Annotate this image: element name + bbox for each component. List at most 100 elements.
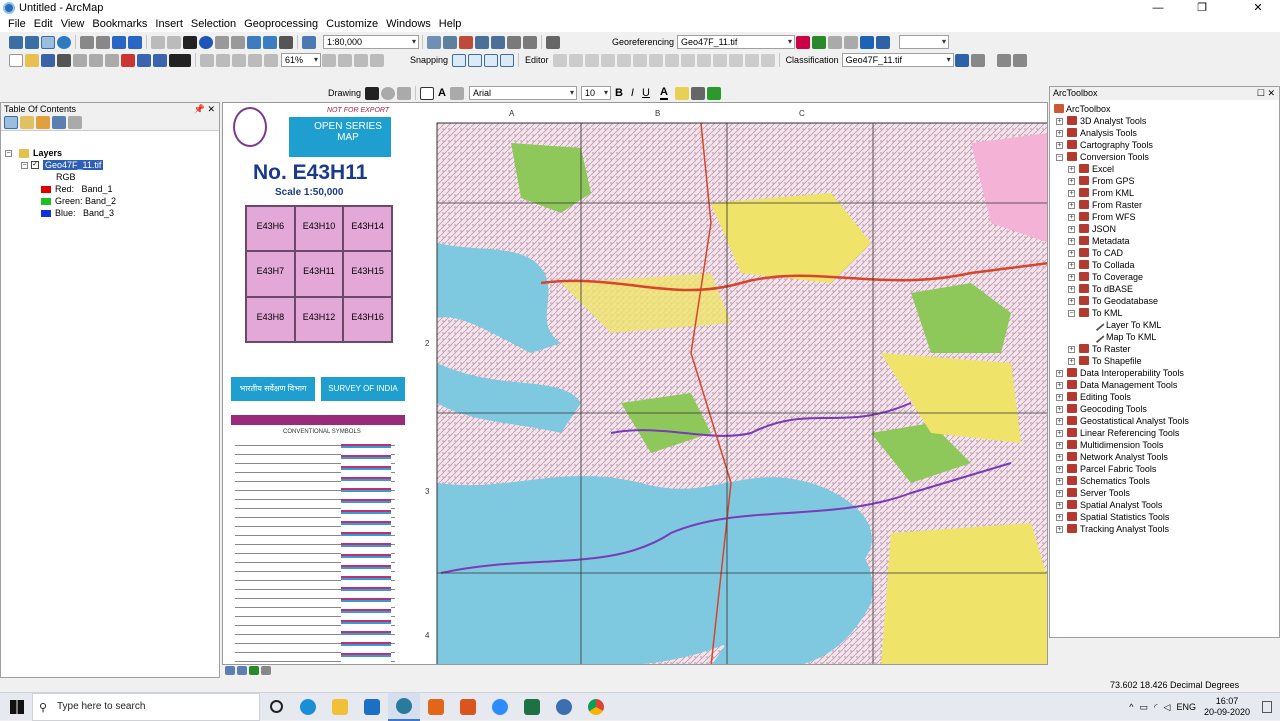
end-point-arc-icon[interactable] bbox=[600, 53, 615, 67]
taskbar-search[interactable]: ⚲ Type here to search bbox=[32, 692, 260, 721]
zoom-100-icon[interactable] bbox=[248, 53, 262, 67]
toolset-item[interactable]: +3D Analyst Tools bbox=[1050, 115, 1279, 127]
edge-icon[interactable] bbox=[292, 693, 324, 721]
zoom-icon[interactable] bbox=[484, 693, 516, 721]
bold-button[interactable]: B bbox=[615, 87, 623, 99]
open-icon[interactable] bbox=[25, 53, 39, 67]
new-icon[interactable] bbox=[9, 53, 23, 67]
layer-collapse-icon[interactable]: − bbox=[21, 162, 28, 169]
toolset-item[interactable]: + Spatial Analyst Tools bbox=[1050, 499, 1279, 511]
expand-icon[interactable]: + bbox=[1068, 286, 1075, 293]
layout-view-icon[interactable] bbox=[237, 666, 247, 675]
fixed-zoom-in-icon[interactable] bbox=[80, 35, 94, 49]
excel-icon[interactable] bbox=[516, 693, 548, 721]
map-display[interactable]: NOT FOR EXPORT OPEN SERIES MAP No. E43H1… bbox=[222, 102, 1048, 665]
list-by-selection-icon[interactable] bbox=[52, 116, 66, 129]
toolset-item[interactable]: + Linear Referencing Tools bbox=[1050, 427, 1279, 439]
font-size-combo[interactable]: 10 bbox=[580, 86, 611, 100]
expand-icon[interactable]: + bbox=[1056, 370, 1063, 377]
end-snap-icon[interactable] bbox=[468, 53, 483, 67]
clear-selection-icon[interactable] bbox=[167, 35, 181, 49]
collapse-icon[interactable]: − bbox=[1056, 154, 1063, 161]
expand-icon[interactable]: + bbox=[1056, 526, 1063, 533]
create-features-icon[interactable] bbox=[760, 53, 775, 67]
menu-insert[interactable]: Insert bbox=[155, 18, 183, 30]
toolset-item[interactable]: + Schematics Tools bbox=[1050, 475, 1279, 487]
toolset-item[interactable]: + JSON bbox=[1050, 223, 1279, 235]
layout-zoom-in-icon[interactable] bbox=[200, 53, 214, 67]
zoom-whole-page-icon[interactable] bbox=[443, 35, 457, 49]
forward-icon[interactable] bbox=[128, 35, 142, 49]
python-icon[interactable] bbox=[507, 35, 521, 49]
layout-page-icon[interactable] bbox=[427, 35, 441, 49]
time-slider-icon[interactable] bbox=[279, 35, 293, 49]
catalog-icon[interactable] bbox=[475, 35, 489, 49]
toolset-item[interactable]: + Multidimension Tools bbox=[1050, 439, 1279, 451]
matlab-icon[interactable] bbox=[420, 693, 452, 721]
menu-edit[interactable]: Edit bbox=[34, 18, 53, 30]
toolbox-root[interactable]: ArcToolbox bbox=[1050, 103, 1279, 115]
expand-icon[interactable]: + bbox=[1056, 406, 1063, 413]
expand-icon[interactable]: + bbox=[1056, 454, 1063, 461]
arcmap-taskbar-icon[interactable] bbox=[388, 692, 420, 721]
collapse-icon[interactable]: − bbox=[1068, 310, 1075, 317]
expand-icon[interactable]: + bbox=[1056, 418, 1063, 425]
expand-icon[interactable]: + bbox=[1056, 502, 1063, 509]
map-scale-combo[interactable]: 1:80,000 bbox=[323, 35, 419, 49]
menu-windows[interactable]: Windows bbox=[386, 18, 431, 30]
hyperlink-icon[interactable] bbox=[247, 35, 261, 49]
html-popup-icon[interactable] bbox=[263, 35, 277, 49]
delete-icon[interactable] bbox=[121, 53, 135, 67]
edit-tool-icon[interactable] bbox=[552, 53, 567, 67]
menu-view[interactable]: View bbox=[61, 18, 85, 30]
trace-icon[interactable] bbox=[616, 53, 631, 67]
expand-icon[interactable]: + bbox=[1068, 298, 1075, 305]
expand-icon[interactable]: + bbox=[1068, 250, 1075, 257]
training-sample-icon[interactable] bbox=[954, 53, 969, 67]
edit-annotation-icon[interactable] bbox=[568, 53, 583, 67]
toolset-item[interactable]: + From WFS bbox=[1050, 211, 1279, 223]
layout-zoom-out-icon[interactable] bbox=[216, 53, 230, 67]
list-by-visibility-icon[interactable] bbox=[36, 116, 50, 129]
training-manager-icon[interactable] bbox=[970, 53, 985, 67]
expand-icon[interactable]: + bbox=[1068, 238, 1075, 245]
classify-icon[interactable] bbox=[1012, 53, 1027, 67]
collapse-icon[interactable]: − bbox=[5, 150, 12, 157]
expand-icon[interactable]: + bbox=[1056, 118, 1063, 125]
expand-icon[interactable]: + bbox=[1056, 490, 1063, 497]
snapping-menu[interactable]: Snapping bbox=[410, 55, 448, 65]
toolset-item[interactable]: + To Collada bbox=[1050, 259, 1279, 271]
add-control-points-icon[interactable] bbox=[828, 35, 843, 49]
language-indicator[interactable]: ENG bbox=[1176, 702, 1196, 712]
fill-color-icon[interactable] bbox=[674, 86, 689, 100]
menu-file[interactable]: File bbox=[8, 18, 26, 30]
volume-icon[interactable]: ◁ bbox=[1164, 702, 1171, 713]
toolset-item[interactable]: + Spatial Statistics Tools bbox=[1050, 511, 1279, 523]
font-name-combo[interactable]: Arial bbox=[468, 86, 577, 100]
minimize-icon[interactable]: — bbox=[1136, 0, 1180, 16]
classification-layer-combo[interactable]: Geo47F_11.tif bbox=[841, 53, 954, 67]
rectangle-icon[interactable] bbox=[420, 86, 435, 100]
expand-icon[interactable]: + bbox=[1068, 202, 1075, 209]
toolset-item[interactable]: + Geocoding Tools bbox=[1050, 403, 1279, 415]
expand-icon[interactable]: + bbox=[1056, 442, 1063, 449]
list-by-source-icon[interactable] bbox=[20, 116, 34, 129]
link-table-icon[interactable] bbox=[860, 35, 875, 49]
editor-toolbar-icon[interactable] bbox=[546, 35, 560, 49]
search-window-icon[interactable] bbox=[491, 35, 505, 49]
expand-icon[interactable]: + bbox=[1068, 166, 1075, 173]
expand-icon[interactable]: + bbox=[1056, 514, 1063, 521]
matlab2-icon[interactable] bbox=[452, 693, 484, 721]
toolset-item[interactable]: + To Shapefile bbox=[1050, 355, 1279, 367]
toolset-item[interactable]: − To KML bbox=[1050, 307, 1279, 319]
toolset-item[interactable]: + From GPS bbox=[1050, 175, 1279, 187]
measure-icon[interactable] bbox=[231, 35, 245, 49]
georef-blank-combo[interactable] bbox=[899, 35, 950, 49]
cut-polygons-icon[interactable] bbox=[680, 53, 695, 67]
layer-row[interactable]: − ✓ Geo47F_11.tif bbox=[1, 159, 219, 171]
straight-segment-icon[interactable] bbox=[584, 53, 599, 67]
mail-icon[interactable] bbox=[356, 693, 388, 721]
tray-expand-icon[interactable]: ^ bbox=[1129, 702, 1133, 712]
toc-options-icon[interactable] bbox=[68, 116, 82, 129]
zoom-selected-icon[interactable] bbox=[397, 86, 412, 100]
